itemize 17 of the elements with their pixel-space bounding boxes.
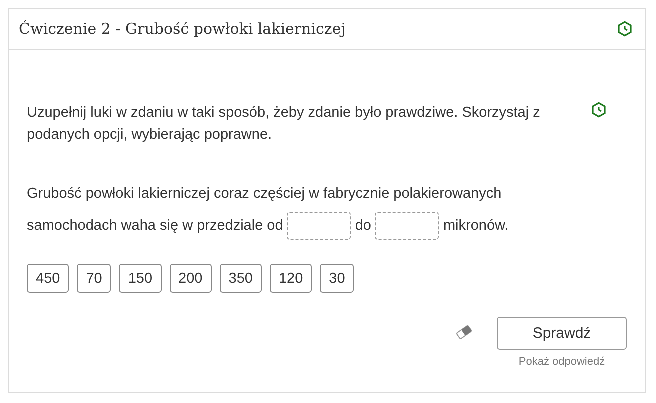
answer-gap[interactable]: [375, 212, 440, 240]
exercise-title: Ćwiczenie 2 - Grubość powłoki lakierniczej: [19, 20, 346, 38]
instruction-text: Uzupełnij luki w zdaniu w taki sposób, żeby zdanie było prawdziwe. Skorzystaj z podanych opcji, wybierając poprawne.: [27, 104, 542, 145]
answer-gap[interactable]: [287, 212, 352, 240]
answer-option[interactable]: 200: [170, 264, 212, 293]
sentence-text: do: [355, 218, 372, 234]
show-answer-link[interactable]: Pokaż odpowiedź: [518, 356, 606, 368]
answer-option[interactable]: 350: [220, 264, 262, 293]
sentence-text: mikronów.: [443, 218, 509, 234]
sentence-text: Grubość powłoki lakierniczej coraz częściej w fabrycznie polakierowanych: [27, 186, 502, 202]
answer-option[interactable]: 30: [320, 264, 354, 293]
answer-option[interactable]: 150: [119, 264, 162, 293]
sentence-text: samochodach waha się w przedziale od: [27, 218, 284, 234]
answer-option[interactable]: 120: [270, 264, 312, 293]
answer-option[interactable]: 70: [77, 264, 112, 293]
check-button[interactable]: Sprawdź: [497, 317, 627, 350]
answer-option[interactable]: 450: [27, 264, 70, 293]
